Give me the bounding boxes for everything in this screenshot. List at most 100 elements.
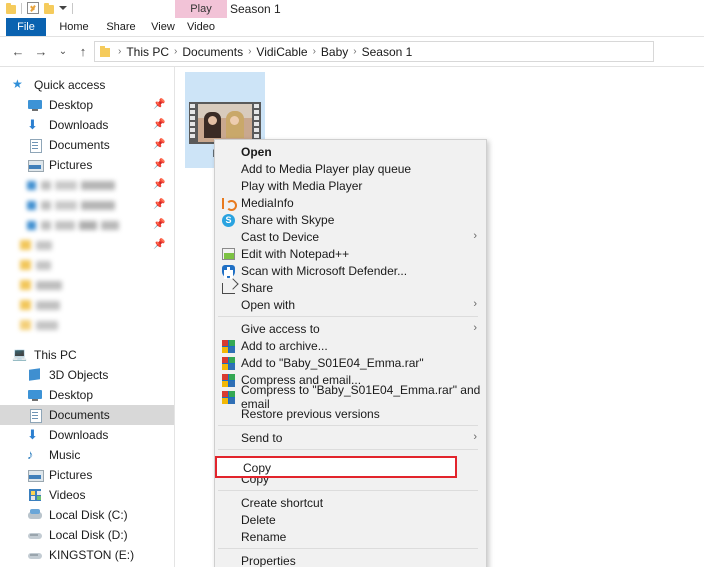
sidebar-item-videos[interactable]: Videos xyxy=(0,485,174,505)
sidebar-item-redacted[interactable] xyxy=(0,255,174,275)
menu-item-compress-to-named-and-email[interactable]: Compress to "Baby_S01E04_Emma.rar" and e… xyxy=(215,383,486,411)
forward-button[interactable]: → xyxy=(33,44,49,60)
sidebar-item-local-disk-d[interactable]: Local Disk (D:) xyxy=(0,525,174,545)
documents-icon xyxy=(27,137,43,153)
sidebar-item-local-disk-c[interactable]: Local Disk (C:) xyxy=(0,505,174,525)
sidebar-item-pictures[interactable]: Pictures 📌 xyxy=(0,155,174,175)
menu-item-restore-previous-versions[interactable]: Restore previous versions xyxy=(215,405,486,422)
folder-icon[interactable] xyxy=(6,2,16,14)
breadcrumb-item-vidicable[interactable]: VidiCable xyxy=(255,45,308,59)
ribbon-tab-strip: File Home Share View Video Tools xyxy=(0,18,704,51)
sidebar-group-quick-access[interactable]: ★ Quick access xyxy=(0,75,174,95)
sidebar-item-redacted[interactable]: 📌 xyxy=(0,215,174,235)
up-button[interactable]: ↑ xyxy=(75,44,91,60)
breadcrumb-item-baby[interactable]: Baby xyxy=(320,45,349,59)
menu-item-add-to-named-archive[interactable]: Add to "Baby_S01E04_Emma.rar" xyxy=(215,354,486,371)
recent-locations-button[interactable]: ⌄ xyxy=(55,44,71,60)
customize-caret-icon[interactable] xyxy=(59,6,67,10)
chevron-right-icon: › xyxy=(473,298,477,310)
redacted-text xyxy=(101,220,119,230)
pin-icon[interactable]: 📌 xyxy=(153,199,165,210)
menu-item-share[interactable]: Share xyxy=(215,279,486,296)
tab-home[interactable]: Home xyxy=(52,18,96,36)
menu-item-create-shortcut[interactable]: Create shortcut xyxy=(215,494,486,511)
sidebar-item-downloads-pc[interactable]: ⬇ Downloads xyxy=(0,425,174,445)
sidebar-item-3d-objects[interactable]: 3D Objects xyxy=(0,365,174,385)
redacted-text xyxy=(36,320,58,330)
sidebar-item-documents[interactable]: Documents 📌 xyxy=(0,135,174,155)
menu-item-open[interactable]: Open xyxy=(215,143,486,160)
menu-item-scan-with-defender[interactable]: Scan with Microsoft Defender... xyxy=(215,262,486,279)
pin-icon[interactable]: 📌 xyxy=(153,179,165,190)
sidebar-item-redacted[interactable] xyxy=(0,295,174,315)
breadcrumb[interactable]: › This PC › Documents › VidiCable › Baby… xyxy=(94,41,654,62)
breadcrumb-item-this-pc[interactable]: This PC xyxy=(125,45,170,59)
menu-item-add-to-media-player-queue[interactable]: Add to Media Player play queue xyxy=(215,160,486,177)
menu-item-edit-with-notepadpp[interactable]: Edit with Notepad++ xyxy=(215,245,486,262)
new-folder-icon[interactable] xyxy=(44,2,54,14)
sidebar-item-music[interactable]: ♪ Music xyxy=(0,445,174,465)
pin-icon[interactable]: 📌 xyxy=(153,219,165,230)
sidebar-item-label: Local Disk (D:) xyxy=(49,528,128,542)
sidebar-item-label: Videos xyxy=(49,488,86,502)
redacted-text xyxy=(36,280,62,290)
menu-item-label: Cast to Device xyxy=(241,229,320,244)
music-icon: ♪ xyxy=(27,447,34,462)
menu-item-give-access-to[interactable]: Give access to › xyxy=(215,320,486,337)
back-button[interactable]: ← xyxy=(10,44,26,60)
sidebar-item-redacted[interactable]: 📌 xyxy=(0,235,174,255)
tab-share[interactable]: Share xyxy=(99,18,143,36)
chevron-right-icon: › xyxy=(473,230,477,242)
chevron-right-icon: › xyxy=(473,322,477,334)
menu-item-delete[interactable]: Delete xyxy=(215,511,486,528)
sidebar-item-downloads[interactable]: ⬇ Downloads 📌 xyxy=(0,115,174,135)
menu-item-open-with[interactable]: Open with › xyxy=(215,296,486,313)
menu-item-properties[interactable]: Properties xyxy=(215,552,486,567)
winrar-icon xyxy=(222,373,236,387)
pictures-icon xyxy=(27,467,44,483)
pin-icon[interactable]: 📌 xyxy=(153,99,165,110)
winrar-icon xyxy=(222,390,236,404)
tab-file[interactable]: File xyxy=(6,18,46,36)
menu-item-play-with-media-player[interactable]: Play with Media Player xyxy=(215,177,486,194)
menu-item-label: Give access to xyxy=(241,321,320,336)
redacted-text xyxy=(55,200,77,210)
sidebar-item-redacted[interactable] xyxy=(0,315,174,335)
sidebar-item-redacted[interactable]: 📌 xyxy=(0,175,174,195)
sidebar-item-pictures-pc[interactable]: Pictures xyxy=(0,465,174,485)
breadcrumb-separator: › xyxy=(248,46,252,57)
redacted-text xyxy=(81,200,115,210)
menu-item-add-to-archive[interactable]: Add to archive... xyxy=(215,337,486,354)
videos-icon xyxy=(27,487,43,503)
pin-icon[interactable]: 📌 xyxy=(153,159,165,170)
pin-icon[interactable]: 📌 xyxy=(153,119,165,130)
sidebar-item-desktop[interactable]: Desktop 📌 xyxy=(0,95,174,115)
menu-item-share-with-skype[interactable]: S Share with Skype xyxy=(215,211,486,228)
properties-checkbox-icon[interactable] xyxy=(27,2,39,14)
context-menu[interactable]: Open Add to Media Player play queue Play… xyxy=(214,139,487,567)
breadcrumb-item-season-1[interactable]: Season 1 xyxy=(361,45,414,59)
sidebar-item-documents-pc[interactable]: Documents xyxy=(0,405,174,425)
sidebar-item-label: Music xyxy=(49,448,81,462)
pin-icon[interactable]: 📌 xyxy=(153,139,165,150)
sidebar-item-redacted[interactable] xyxy=(0,275,174,295)
menu-item-send-to[interactable]: Send to › xyxy=(215,429,486,446)
menu-item-label: MediaInfo xyxy=(241,195,294,210)
menu-item-mediainfo[interactable]: MediaInfo xyxy=(215,194,486,211)
menu-item-label: Open with xyxy=(241,297,296,312)
file-explorer-window: Play Season 1 File Home Share View Video… xyxy=(0,0,704,567)
quick-access-toolbar[interactable] xyxy=(6,2,73,14)
sidebar-item-desktop-pc[interactable]: Desktop xyxy=(0,385,174,405)
this-pc-icon: 💻 xyxy=(12,347,27,361)
removable-drive-icon xyxy=(27,527,43,543)
breadcrumb-item-documents[interactable]: Documents xyxy=(181,45,244,59)
pin-icon[interactable]: 📌 xyxy=(153,239,165,250)
sidebar-item-kingston-e[interactable]: KINGSTON (E:) xyxy=(0,545,174,565)
sidebar-group-this-pc[interactable]: 💻 This PC xyxy=(0,345,174,365)
blurred-blue-icon xyxy=(27,180,36,190)
menu-item-rename[interactable]: Rename xyxy=(215,528,486,545)
tab-video-tools[interactable]: Video Tools xyxy=(175,18,227,51)
redacted-text xyxy=(36,260,51,270)
sidebar-item-redacted[interactable]: 📌 xyxy=(0,195,174,215)
menu-item-cast-to-device[interactable]: Cast to Device › xyxy=(215,228,486,245)
